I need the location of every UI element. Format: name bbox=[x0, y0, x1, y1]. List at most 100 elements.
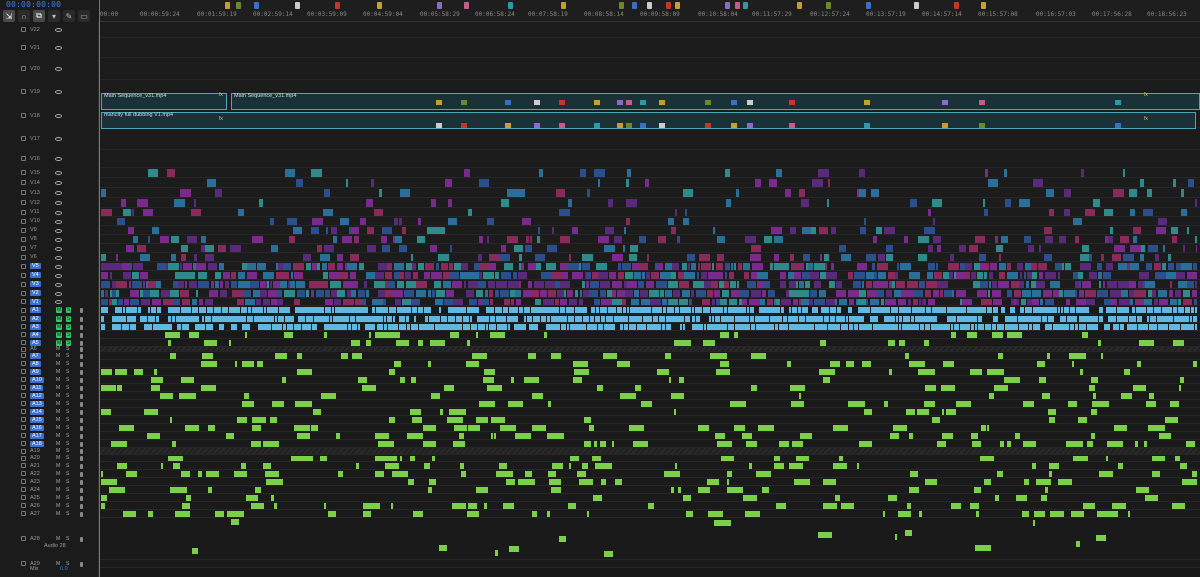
audio-clip[interactable] bbox=[176, 316, 183, 322]
audio-clip[interactable] bbox=[657, 369, 669, 375]
video-clip[interactable] bbox=[989, 281, 991, 288]
track-lane-a25[interactable] bbox=[99, 494, 1200, 502]
audio-clip[interactable] bbox=[400, 456, 402, 461]
audio-clip[interactable] bbox=[512, 316, 518, 322]
track-header-v17[interactable]: V17 bbox=[0, 128, 99, 150]
audio-clip[interactable] bbox=[428, 361, 431, 367]
audio-clip[interactable] bbox=[830, 361, 840, 367]
audio-clip[interactable] bbox=[820, 340, 826, 346]
microphone-icon[interactable] bbox=[80, 409, 83, 415]
audio-clip[interactable] bbox=[971, 433, 978, 439]
audio-clip[interactable] bbox=[356, 463, 359, 469]
audio-clip[interactable] bbox=[219, 324, 224, 330]
audio-clip[interactable] bbox=[126, 471, 137, 477]
audio-clip[interactable] bbox=[679, 377, 684, 383]
audio-clip[interactable] bbox=[765, 316, 769, 322]
video-clip[interactable] bbox=[101, 299, 108, 305]
audio-clip[interactable] bbox=[130, 324, 136, 330]
audio-clip[interactable] bbox=[903, 316, 910, 322]
audio-clip[interactable] bbox=[899, 324, 901, 330]
video-clip[interactable] bbox=[301, 272, 303, 279]
audio-clip[interactable] bbox=[484, 369, 495, 375]
video-clip[interactable] bbox=[1097, 263, 1102, 270]
audio-clip[interactable] bbox=[272, 401, 284, 407]
solo-button[interactable]: S bbox=[66, 323, 72, 330]
lock-icon[interactable] bbox=[21, 332, 26, 337]
video-clip[interactable] bbox=[582, 263, 590, 270]
eye-icon[interactable] bbox=[55, 201, 62, 205]
audio-clip[interactable] bbox=[648, 307, 651, 313]
audio-28-track-name[interactable]: Audio 28 bbox=[44, 543, 66, 549]
lock-icon[interactable] bbox=[21, 479, 26, 484]
audio-clip[interactable] bbox=[857, 463, 859, 469]
audio-clip[interactable] bbox=[258, 324, 265, 330]
video-clip[interactable] bbox=[702, 299, 710, 305]
track-name[interactable]: A2 bbox=[30, 315, 41, 322]
audio-clip[interactable] bbox=[266, 479, 283, 485]
video-clip[interactable] bbox=[1017, 263, 1023, 270]
audio-clip[interactable] bbox=[1099, 471, 1113, 477]
audio-clip[interactable] bbox=[893, 425, 907, 431]
audio-clip[interactable] bbox=[574, 369, 589, 375]
mute-button[interactable]: M bbox=[56, 377, 60, 383]
track-name[interactable]: A24 bbox=[30, 487, 40, 493]
microphone-icon[interactable] bbox=[80, 441, 83, 447]
eye-icon[interactable] bbox=[55, 181, 62, 185]
eye-icon[interactable] bbox=[55, 246, 62, 251]
microphone-icon[interactable] bbox=[80, 456, 83, 461]
audio-clip[interactable] bbox=[199, 324, 205, 330]
audio-clip[interactable] bbox=[850, 307, 852, 313]
audio-clip[interactable] bbox=[951, 503, 961, 509]
video-clip[interactable] bbox=[110, 272, 112, 279]
mute-button[interactable]: M bbox=[56, 331, 63, 338]
audio-clip[interactable] bbox=[611, 324, 615, 330]
video-clip[interactable] bbox=[469, 299, 477, 305]
audio-clip[interactable] bbox=[389, 369, 395, 375]
solo-button[interactable]: S bbox=[66, 425, 69, 431]
audio-clip[interactable] bbox=[956, 401, 971, 407]
audio-clip[interactable] bbox=[306, 307, 313, 313]
nested-marker[interactable] bbox=[864, 100, 870, 105]
video-clip[interactable] bbox=[367, 245, 376, 252]
video-clip[interactable] bbox=[543, 272, 551, 279]
audio-clip[interactable] bbox=[750, 307, 754, 313]
video-clip[interactable] bbox=[671, 272, 676, 279]
audio-clip[interactable] bbox=[914, 307, 921, 313]
video-clip[interactable] bbox=[101, 254, 106, 261]
audio-clip[interactable] bbox=[499, 463, 507, 469]
video-clip[interactable] bbox=[870, 299, 879, 305]
audio-clip[interactable] bbox=[202, 316, 204, 322]
video-clip[interactable] bbox=[609, 272, 616, 279]
video-clip[interactable] bbox=[693, 281, 704, 288]
solo-button[interactable]: S bbox=[66, 448, 69, 454]
video-clip[interactable] bbox=[303, 254, 311, 261]
video-clip[interactable] bbox=[646, 272, 650, 279]
microphone-icon[interactable] bbox=[80, 385, 83, 391]
video-clip[interactable] bbox=[734, 263, 736, 270]
video-clip[interactable] bbox=[789, 290, 798, 297]
video-clip[interactable] bbox=[618, 263, 621, 270]
video-clip[interactable] bbox=[123, 272, 131, 279]
solo-button[interactable]: S bbox=[66, 441, 69, 447]
audio-clip[interactable] bbox=[468, 425, 480, 431]
audio-clip[interactable] bbox=[408, 307, 411, 313]
audio-clip[interactable] bbox=[528, 353, 536, 359]
video-clip[interactable] bbox=[579, 299, 583, 305]
audio-clip[interactable] bbox=[234, 471, 247, 477]
video-clip[interactable] bbox=[826, 272, 837, 279]
audio-clip[interactable] bbox=[1000, 441, 1004, 447]
video-clip[interactable] bbox=[1089, 254, 1092, 261]
lock-icon[interactable] bbox=[21, 209, 26, 215]
mute-button[interactable]: M bbox=[56, 425, 60, 431]
audio-clip[interactable] bbox=[743, 495, 757, 501]
audio-clip[interactable] bbox=[132, 307, 137, 313]
nested-marker[interactable] bbox=[1115, 123, 1121, 128]
audio-clip[interactable] bbox=[274, 503, 277, 509]
audio-clip[interactable] bbox=[247, 316, 253, 322]
lock-icon[interactable] bbox=[21, 281, 26, 287]
audio-clip[interactable] bbox=[292, 316, 294, 322]
video-clip[interactable] bbox=[926, 281, 937, 288]
audio-clip[interactable] bbox=[161, 463, 163, 469]
video-clip[interactable] bbox=[270, 281, 272, 288]
audio-clip[interactable] bbox=[450, 332, 459, 338]
